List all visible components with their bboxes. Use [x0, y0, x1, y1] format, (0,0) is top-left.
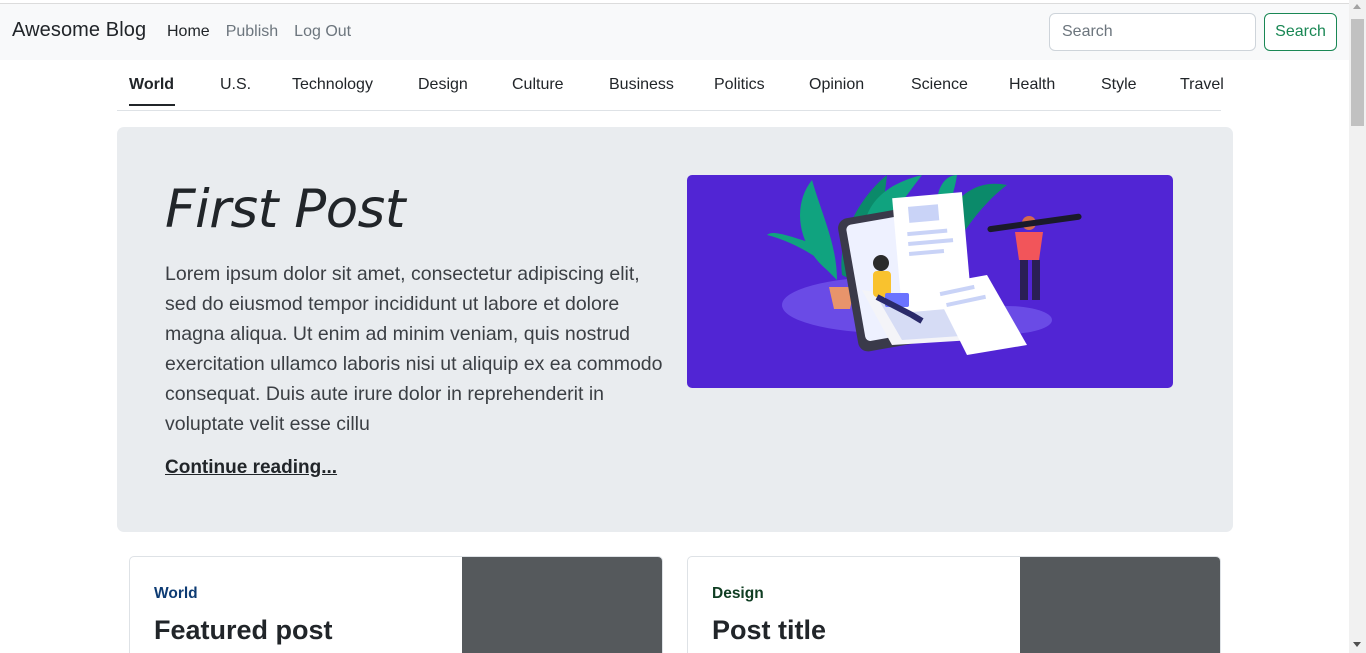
search-input[interactable] — [1049, 13, 1256, 51]
category-health[interactable]: Health — [1009, 76, 1055, 94]
category-us[interactable]: U.S. — [220, 76, 251, 94]
nav-link-publish[interactable]: Publish — [226, 23, 278, 41]
category-style[interactable]: Style — [1101, 76, 1137, 94]
card-category: World — [154, 585, 198, 602]
category-world[interactable]: World — [129, 76, 174, 94]
category-politics[interactable]: Politics — [714, 76, 765, 94]
scrollbar-thumb[interactable] — [1351, 19, 1364, 126]
hero-title: First Post — [165, 179, 406, 240]
card-thumbnail — [1020, 557, 1220, 653]
search-button[interactable]: Search — [1264, 13, 1337, 51]
category-culture[interactable]: Culture — [512, 76, 564, 94]
card-thumbnail — [462, 557, 662, 653]
card-category: Design — [712, 585, 764, 602]
card-title: Featured post — [154, 615, 333, 645]
hero-illustration — [687, 175, 1173, 388]
continue-reading-link[interactable]: Continue reading... — [165, 457, 337, 479]
category-science[interactable]: Science — [911, 76, 968, 94]
post-title-card[interactable]: Design Post title — [687, 556, 1221, 653]
hero-illustration-graphic — [767, 175, 1082, 355]
card-title: Post title — [712, 615, 827, 645]
top-navbar: Awesome Blog Home Publish Log Out Search — [0, 4, 1349, 60]
hero-text: Lorem ipsum dolor sit amet, consectetur … — [165, 263, 663, 435]
scroll-down-arrow-icon[interactable] — [1353, 642, 1361, 647]
category-design[interactable]: Design — [418, 76, 468, 94]
category-business[interactable]: Business — [609, 76, 674, 94]
nav-links: Home Publish Log Out — [167, 23, 351, 41]
category-technology[interactable]: Technology — [292, 76, 373, 94]
category-travel[interactable]: Travel — [1180, 76, 1224, 94]
featured-post-card[interactable]: World Featured post — [129, 556, 663, 653]
brand-logo[interactable]: Awesome Blog — [12, 19, 146, 42]
category-opinion[interactable]: Opinion — [809, 76, 864, 94]
hero-banner: First Post Lorem ipsum dolor sit amet, c… — [117, 127, 1233, 532]
nav-link-home[interactable]: Home — [167, 23, 210, 41]
scroll-up-arrow-icon[interactable] — [1353, 4, 1361, 9]
category-nav: World U.S. Technology Design Culture Bus… — [117, 66, 1224, 111]
nav-link-logout[interactable]: Log Out — [294, 23, 351, 41]
active-category-underline — [129, 104, 175, 106]
